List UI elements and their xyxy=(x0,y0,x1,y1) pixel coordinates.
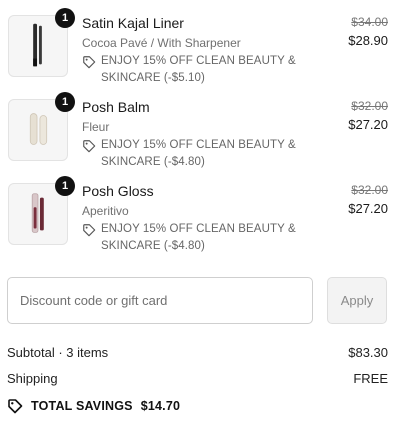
quantity-badge: 1 xyxy=(55,8,75,28)
total-savings: TOTAL SAVINGS $14.70 xyxy=(7,398,180,414)
line-item: 1 Satin Kajal Liner Cocoa Pavé / With Sh… xyxy=(0,8,400,92)
original-price: $34.00 xyxy=(351,15,388,29)
shipping-label: Shipping xyxy=(7,371,58,386)
line-item: 1 Posh Balm Fleur ENJOY 15% OFF CLEAN BE… xyxy=(0,92,400,176)
product-name: Satin Kajal Liner xyxy=(82,15,184,31)
product-variant: Cocoa Pavé / With Sharpener xyxy=(82,36,241,50)
discount-text: ENJOY 15% OFF CLEAN BEAUTY & SKINCARE (-… xyxy=(101,139,296,168)
subtotal-row: Subtotal · 3 items $83.30 xyxy=(7,345,388,360)
quantity-badge: 1 xyxy=(55,176,75,196)
discounted-price: $28.90 xyxy=(348,33,388,48)
tag-icon xyxy=(83,56,96,69)
discount-code-input[interactable] xyxy=(7,277,313,324)
product-name: Posh Balm xyxy=(82,99,150,115)
original-price: $32.00 xyxy=(351,183,388,197)
savings-value: $14.70 xyxy=(140,399,181,413)
product-thumbnail: 1 xyxy=(8,92,75,161)
order-summary: 1 Satin Kajal Liner Cocoa Pavé / With Sh… xyxy=(0,0,400,431)
product-name: Posh Gloss xyxy=(82,183,154,199)
discount-line: ENJOY 15% OFF CLEAN BEAUTY & SKINCARE (-… xyxy=(82,53,342,87)
discount-text: ENJOY 15% OFF CLEAN BEAUTY & SKINCARE (-… xyxy=(101,55,296,84)
shipping-value: FREE xyxy=(353,371,388,386)
line-item: 1 Posh Gloss Aperitivo ENJOY 15% OFF CLE… xyxy=(0,176,400,260)
savings-label: TOTAL SAVINGS xyxy=(31,399,133,413)
tag-icon xyxy=(83,140,96,153)
discount-line: ENJOY 15% OFF CLEAN BEAUTY & SKINCARE (-… xyxy=(82,137,342,171)
discount-text: ENJOY 15% OFF CLEAN BEAUTY & SKINCARE (-… xyxy=(101,223,296,252)
subtotal-label: Subtotal · 3 items xyxy=(7,345,109,360)
shipping-row: Shipping FREE xyxy=(7,371,388,386)
discounted-price: $27.20 xyxy=(348,201,388,216)
original-price: $32.00 xyxy=(351,99,388,113)
quantity-badge: 1 xyxy=(55,92,75,112)
discount-line: ENJOY 15% OFF CLEAN BEAUTY & SKINCARE (-… xyxy=(82,221,342,255)
product-thumbnail: 1 xyxy=(8,8,75,77)
apply-button[interactable]: Apply xyxy=(327,277,387,324)
product-variant: Aperitivo xyxy=(82,204,129,218)
tag-icon xyxy=(8,399,23,414)
discounted-price: $27.20 xyxy=(348,117,388,132)
product-variant: Fleur xyxy=(82,120,110,134)
tag-icon xyxy=(83,224,96,237)
product-thumbnail: 1 xyxy=(8,176,75,245)
subtotal-value: $83.30 xyxy=(348,345,388,360)
